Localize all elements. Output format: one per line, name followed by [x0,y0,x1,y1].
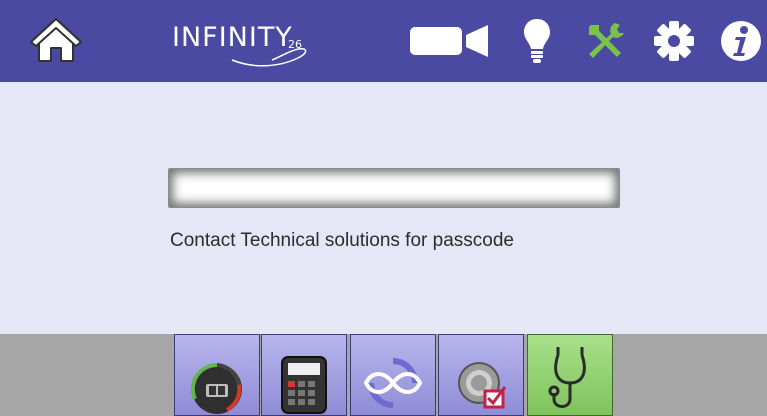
checklist-icon[interactable] [438,334,524,416]
camera-icon[interactable] [408,22,492,60]
meter-icon[interactable] [174,334,260,416]
stethoscope-icon[interactable] [527,334,613,416]
logo-swoosh [231,47,307,67]
passcode-input[interactable] [168,168,620,208]
calculator-icon[interactable] [261,334,347,416]
gear-icon[interactable] [652,18,696,64]
app-logo: INFINITY 26 [172,14,322,70]
lightbulb-icon[interactable] [520,16,554,66]
passcode-hint: Contact Technical solutions for passcode [170,230,514,251]
top-bar: INFINITY 26 [0,0,767,82]
bottom-nav [0,334,767,416]
home-icon[interactable] [28,14,84,66]
infinity-cycle-icon[interactable] [350,334,436,416]
tools-icon[interactable] [584,20,628,62]
main-panel: Contact Technical solutions for passcode [0,82,767,334]
info-icon[interactable] [718,18,764,64]
